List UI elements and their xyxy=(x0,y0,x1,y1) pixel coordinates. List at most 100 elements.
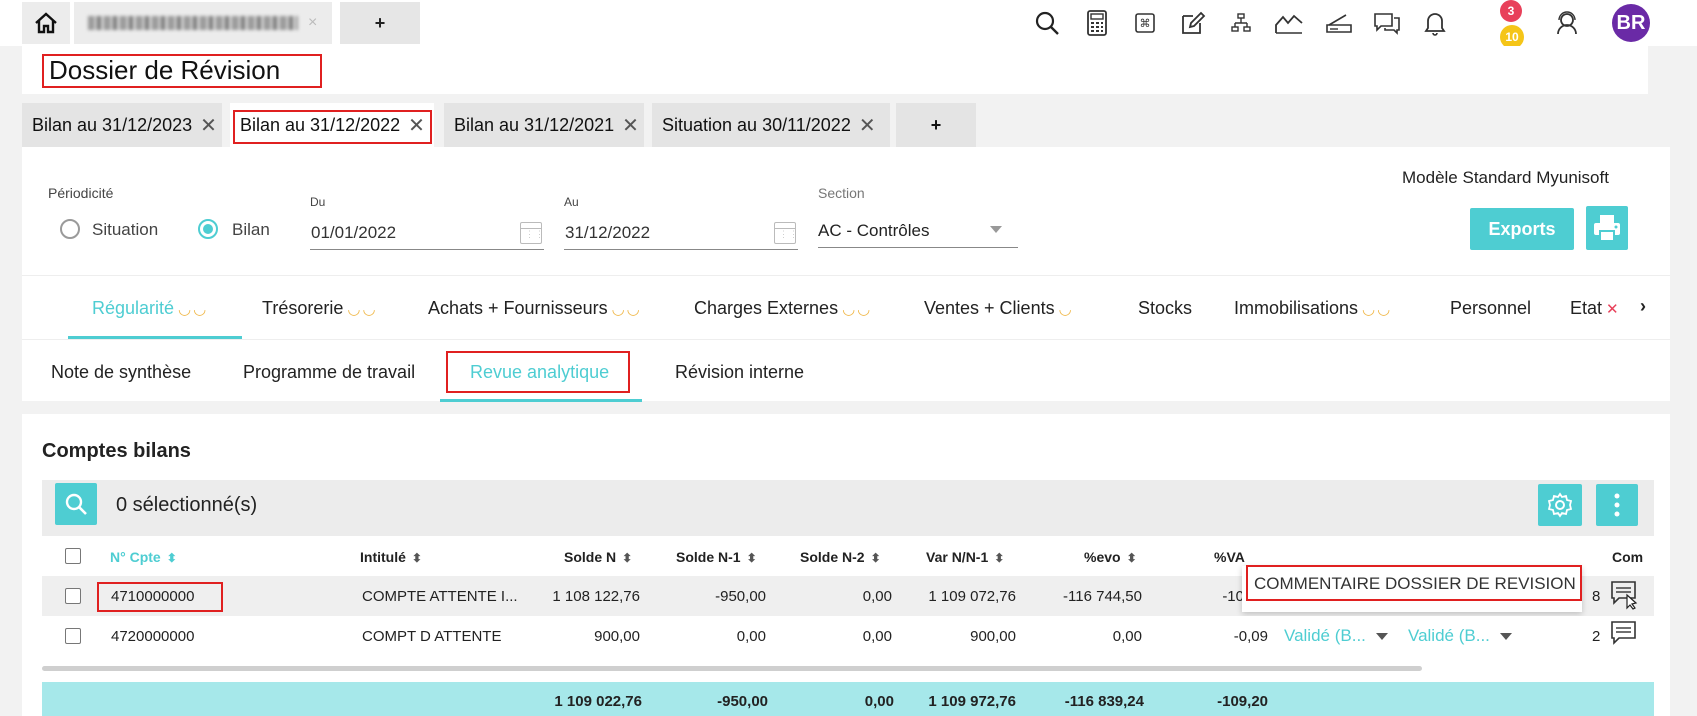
col-header-solde-n[interactable]: Solde N ⬍ xyxy=(564,549,632,565)
col-header-evo[interactable]: %evo ⬍ xyxy=(1084,549,1137,565)
table-settings-button[interactable] xyxy=(1538,484,1582,526)
notification-count-badge-red[interactable]: 3 xyxy=(1500,0,1522,22)
scroll-right-chevron-icon[interactable]: › xyxy=(1640,296,1646,317)
filters-panel xyxy=(22,147,1670,275)
tab-label: Personnel xyxy=(1450,298,1532,318)
radio-bilan[interactable] xyxy=(198,219,218,239)
radio-bilan-label[interactable]: Bilan xyxy=(232,220,270,240)
command-key-icon[interactable]: ⌘ xyxy=(1130,8,1160,38)
cell-evo: -116 744,50 xyxy=(1063,588,1142,605)
tab-regularite[interactable]: Régularité ◡◡ xyxy=(92,298,208,319)
tab-situation-2022[interactable]: Situation au 30/11/2022 ✕ xyxy=(652,103,890,147)
radio-situation[interactable] xyxy=(60,219,80,239)
col-header-label: Solde N-2 xyxy=(800,549,865,565)
tab-charges-externes[interactable]: Charges Externes ◡◡ xyxy=(694,298,872,319)
status-select-2[interactable]: Validé (B... xyxy=(1408,626,1512,646)
subtab-note-synthese[interactable]: Note de synthèse xyxy=(51,362,191,383)
tab-ventes-clients[interactable]: Ventes + Clients ◡ xyxy=(924,298,1074,319)
trend-chart-icon[interactable] xyxy=(1274,8,1304,38)
support-agent-icon[interactable] xyxy=(1552,8,1582,38)
subtab-programme-travail[interactable]: Programme de travail xyxy=(243,362,415,383)
col-header-solde-n2[interactable]: Solde N-2 ⬍ xyxy=(800,549,881,565)
tab-personnel[interactable]: Personnel xyxy=(1450,298,1531,319)
cell-compte[interactable]: 4710000000 xyxy=(111,588,194,605)
col-header-label: Solde N-1 xyxy=(676,549,741,565)
row-checkbox[interactable] xyxy=(65,588,81,604)
cell-solde-n2: 0,00 xyxy=(862,628,892,645)
app-tab-close-icon[interactable]: × xyxy=(308,14,317,32)
du-date-field[interactable]: 01/01/2022 xyxy=(310,218,545,250)
org-chart-icon[interactable] xyxy=(1226,8,1256,38)
add-tab-button[interactable]: + xyxy=(896,103,976,147)
horizontal-scrollbar[interactable] xyxy=(42,666,1422,671)
tab-label: Situation au 30/11/2022 xyxy=(662,114,851,135)
tab-label: Régularité xyxy=(92,298,175,318)
cell-solde-n1: -950,00 xyxy=(715,588,766,605)
app-tab[interactable]: × xyxy=(74,2,332,44)
new-app-tab-button[interactable]: + xyxy=(340,2,420,44)
subtab-revue-analytique[interactable]: Revue analytique xyxy=(470,362,609,383)
spinner-icon: ◡ xyxy=(1058,301,1074,318)
table-more-button[interactable] xyxy=(1596,484,1638,526)
tab-bilan-2021[interactable]: Bilan au 31/12/2021 ✕ xyxy=(444,103,644,147)
col-header-compte[interactable]: N° Cpte ⬍ xyxy=(110,549,177,565)
tab-tresorerie[interactable]: Trésorerie ◡◡ xyxy=(262,298,378,319)
status-select-1[interactable]: Validé (B... xyxy=(1284,626,1388,646)
spinner-icon: ◡◡ xyxy=(178,301,209,318)
select-all-checkbox[interactable] xyxy=(65,548,81,564)
table-search-button[interactable] xyxy=(55,483,97,525)
calculator-icon[interactable] xyxy=(1082,8,1112,38)
selected-count: 0 sélectionné(s) xyxy=(116,494,258,516)
home-icon xyxy=(35,12,57,34)
tab-immobilisations[interactable]: Immobilisations ◡◡ xyxy=(1234,298,1392,319)
close-icon[interactable]: ✕ xyxy=(408,113,425,138)
col-header-intitule[interactable]: Intitulé ⬍ xyxy=(360,549,422,565)
col-header-solde-n1[interactable]: Solde N-1 ⬍ xyxy=(676,549,757,565)
total-solde-n2: 0,00 xyxy=(864,693,894,710)
comment-icon[interactable] xyxy=(1610,580,1638,615)
close-icon[interactable]: ✕ xyxy=(622,113,639,138)
periodicite-label: Périodicité xyxy=(48,185,114,201)
search-icon[interactable] xyxy=(1032,8,1062,38)
radio-situation-label[interactable]: Situation xyxy=(92,220,158,240)
print-button[interactable] xyxy=(1586,206,1628,250)
subtab-revision-interne[interactable]: Révision interne xyxy=(675,362,804,383)
total-va: -109,20 xyxy=(1217,693,1268,710)
notifications-bell-icon[interactable] xyxy=(1420,8,1450,38)
section-select[interactable]: AC - Contrôles xyxy=(818,216,1018,248)
tab-label: Stocks xyxy=(1138,298,1193,318)
tab-achats-fournisseurs[interactable]: Achats + Fournisseurs ◡◡ xyxy=(428,298,642,319)
cell-com-count: 2 xyxy=(1592,628,1601,645)
col-header-va[interactable]: %VA xyxy=(1214,549,1245,565)
sort-icon: ⬍ xyxy=(994,551,1005,565)
app-root: × + ⌘ 3 10 BR Dossier de Révision Bilan … xyxy=(0,0,1697,716)
tab-bilan-2022[interactable]: Bilan au 31/12/2022 ✕ xyxy=(230,103,434,147)
col-header-var[interactable]: Var N/N-1 ⬍ xyxy=(926,549,1004,565)
spinner-icon: ◡◡ xyxy=(611,301,642,318)
calendar-icon[interactable] xyxy=(774,222,799,244)
comment-icon[interactable] xyxy=(1610,620,1638,651)
spinner-icon: ◡◡ xyxy=(1362,301,1393,318)
user-avatar[interactable]: BR xyxy=(1612,4,1650,42)
edit-icon[interactable] xyxy=(1178,8,1208,38)
tab-bilan-2023[interactable]: Bilan au 31/12/2023 ✕ xyxy=(22,103,222,147)
col-header-com[interactable]: Com xyxy=(1612,549,1643,565)
page-title: Dossier de Révision xyxy=(42,54,322,88)
cell-compte[interactable]: 4720000000 xyxy=(111,628,194,645)
close-icon[interactable]: ✕ xyxy=(859,113,876,138)
chat-icon[interactable] xyxy=(1372,8,1402,38)
calendar-icon[interactable] xyxy=(520,222,545,244)
close-icon[interactable]: ✕ xyxy=(200,113,217,138)
sort-icon: ⬍ xyxy=(870,551,881,565)
exports-button[interactable]: Exports xyxy=(1470,208,1574,250)
tab-stocks[interactable]: Stocks xyxy=(1138,298,1192,319)
au-date-field[interactable]: 31/12/2022 xyxy=(564,218,799,250)
scanner-icon[interactable] xyxy=(1324,8,1354,38)
cell-evo: 0,00 xyxy=(1112,628,1142,645)
tab-etat[interactable]: Etat ✕ xyxy=(1570,298,1619,319)
tab-label: Achats + Fournisseurs xyxy=(428,298,608,318)
tab-label: Bilan au 31/12/2021 xyxy=(454,114,615,135)
cell-intitule: COMPT D ATTENTE xyxy=(362,628,502,645)
row-checkbox[interactable] xyxy=(65,628,81,644)
home-button[interactable] xyxy=(22,2,70,44)
